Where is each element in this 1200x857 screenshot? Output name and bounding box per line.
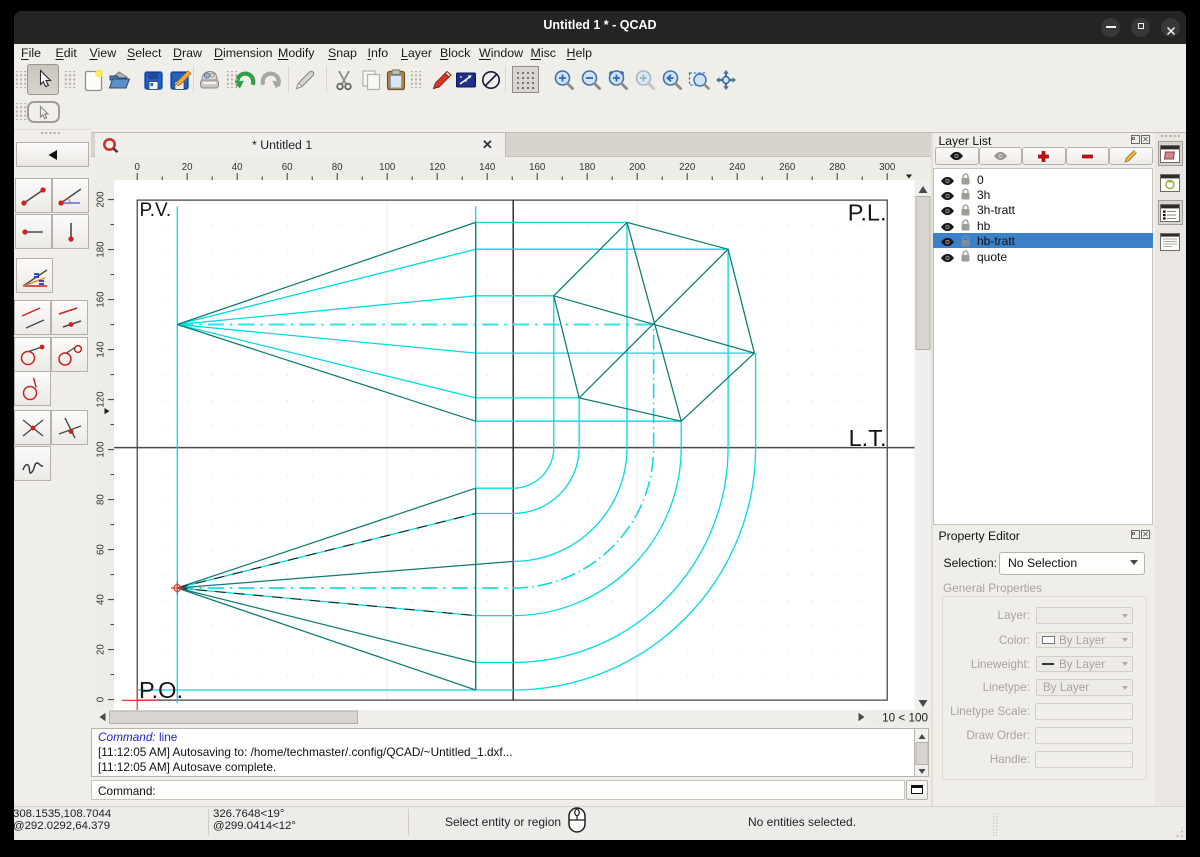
svg-text:20: 20: [96, 644, 107, 655]
svg-text:10 < 100: 10 < 100: [882, 712, 928, 725]
svg-text:0: 0: [96, 696, 107, 702]
svg-text:P.O.: P.O.: [139, 677, 183, 703]
svg-text:220: 220: [679, 162, 696, 173]
svg-text:40: 40: [96, 594, 107, 605]
svg-text:140: 140: [96, 341, 107, 358]
svg-text:280: 280: [829, 162, 846, 173]
svg-text:180: 180: [96, 241, 107, 258]
svg-text:0: 0: [135, 162, 141, 173]
svg-text:80: 80: [332, 162, 343, 173]
svg-text:120: 120: [96, 391, 107, 408]
svg-text:240: 240: [729, 162, 746, 173]
svg-text:P.V.: P.V.: [140, 200, 172, 221]
svg-text:100: 100: [379, 162, 396, 173]
svg-text:100: 100: [96, 441, 107, 458]
svg-text:L.T.: L.T.: [849, 425, 887, 451]
svg-text:200: 200: [629, 162, 646, 173]
svg-text:40: 40: [232, 162, 243, 173]
svg-text:200: 200: [96, 191, 107, 208]
svg-text:120: 120: [429, 162, 446, 173]
svg-text:20: 20: [182, 162, 193, 173]
svg-text:60: 60: [282, 162, 293, 173]
svg-text:80: 80: [96, 494, 107, 505]
svg-text:160: 160: [529, 162, 546, 173]
svg-text:300: 300: [879, 162, 896, 173]
svg-text:140: 140: [479, 162, 496, 173]
svg-text:60: 60: [96, 544, 107, 555]
svg-text:260: 260: [779, 162, 796, 173]
svg-text:P.L.: P.L.: [848, 200, 887, 226]
svg-text:180: 180: [579, 162, 596, 173]
svg-text:160: 160: [96, 291, 107, 308]
